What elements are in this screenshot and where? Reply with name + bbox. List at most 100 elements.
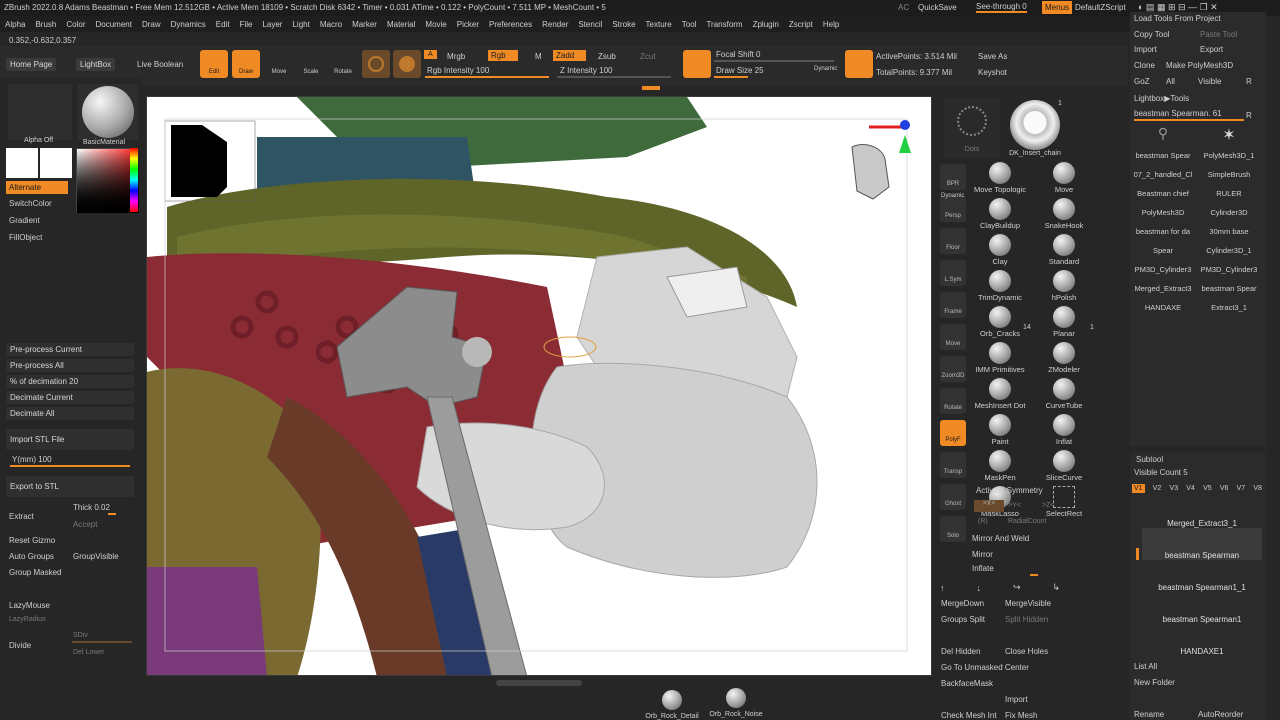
gradient-button[interactable]: Gradient — [9, 216, 40, 225]
menu-item[interactable]: Render — [542, 20, 568, 29]
menu-item[interactable]: Texture — [646, 20, 672, 29]
rgb-intensity-slider[interactable]: Rgb Intensity 100 — [427, 66, 489, 75]
decimate-current-button[interactable]: Decimate Current — [6, 391, 134, 404]
tab-v7[interactable]: V7 — [1237, 485, 1246, 492]
close-holes-button[interactable]: Close Holes — [1005, 647, 1048, 656]
tool-export-button[interactable]: Export — [1200, 45, 1223, 54]
paste-tool-button[interactable]: Paste Tool — [1200, 30, 1237, 39]
menu-item[interactable]: Alpha — [5, 20, 25, 29]
bottom-brush-2[interactable]: Orb_Rock_Noise — [704, 688, 768, 718]
decimation-slider[interactable]: % of decimation 20 — [6, 375, 134, 388]
hue-strip[interactable] — [130, 148, 138, 212]
switch-color-button[interactable]: SwitchColor — [9, 199, 52, 208]
merge-down-button[interactable]: MergeDown — [941, 599, 984, 608]
menu-item[interactable]: Stroke — [612, 20, 635, 29]
menu-item[interactable]: Picker — [457, 20, 479, 29]
tab-v5[interactable]: V5 — [1203, 485, 1212, 492]
brush-item[interactable]: Inflat — [1034, 414, 1094, 446]
reset-gizmo-button[interactable]: Reset Gizmo — [9, 536, 55, 545]
arrow-down-icon[interactable]: ↓ — [976, 583, 981, 593]
groups-split-button[interactable]: Groups Split — [941, 615, 985, 624]
import-button[interactable]: Import — [1005, 695, 1028, 704]
edit-button[interactable]: Edit — [200, 50, 228, 78]
rotate-button[interactable]: Rotate — [330, 50, 356, 78]
brush-item[interactable]: Move — [1034, 162, 1094, 194]
check-mesh-button[interactable]: Check Mesh Int — [941, 711, 997, 720]
del-lower-button[interactable]: Del Lower — [73, 649, 105, 656]
move-view-icon[interactable]: Move — [940, 324, 966, 350]
group-masked-button[interactable]: Group Masked — [9, 568, 61, 577]
menu-item[interactable]: Macro — [320, 20, 342, 29]
subtool-item[interactable]: Merged_Extract3_1 — [1142, 496, 1262, 528]
decimate-all-button[interactable]: Decimate All — [6, 407, 134, 420]
lightbox-button[interactable]: LightBox — [76, 58, 116, 71]
brush-item[interactable]: Orb_Cracks — [970, 306, 1030, 338]
tool-icon-button[interactable] — [845, 50, 873, 78]
arrow-curve-icon[interactable]: ↪ — [1013, 582, 1021, 593]
arrow-return-icon[interactable]: ↳ — [1052, 582, 1060, 593]
brush-item[interactable]: Standard — [1034, 234, 1094, 266]
fix-mesh-button[interactable]: Fix Mesh — [1005, 711, 1037, 720]
insert-chain-slot[interactable]: DK_Insert_chain — [1004, 98, 1066, 158]
tool-item[interactable]: ⚲ beastman Spear — [1132, 125, 1194, 160]
brush-item[interactable]: hPolish — [1034, 270, 1094, 302]
color-picker[interactable] — [76, 148, 139, 213]
radial-r-toggle[interactable]: (R) — [978, 518, 988, 525]
copy-tool-button[interactable]: Copy Tool — [1134, 30, 1169, 39]
tool-item[interactable]: RULER — [1198, 181, 1260, 198]
menu-item[interactable]: Tool — [682, 20, 697, 29]
unmasked-center-button[interactable]: Go To Unmasked Center — [941, 663, 1029, 672]
zcut-toggle[interactable]: Zcut — [640, 52, 656, 61]
tool-item[interactable]: 30mm base — [1198, 219, 1260, 236]
tool-item[interactable]: Spear — [1132, 238, 1194, 255]
activate-symmetry-button[interactable]: Activate Symmetry — [976, 486, 1043, 495]
home-page-button[interactable]: Home Page — [6, 58, 57, 71]
menu-item[interactable]: File — [240, 20, 253, 29]
canvas-viewport[interactable] — [146, 96, 932, 676]
material-slot[interactable] — [78, 84, 138, 140]
mrgb-toggle[interactable]: Mrgb — [447, 52, 465, 61]
ghost-icon[interactable]: Ghost — [940, 484, 966, 510]
texture-swatch-button[interactable] — [393, 50, 421, 78]
secondary-color-swatch[interactable] — [40, 148, 72, 178]
m-toggle[interactable]: M — [535, 52, 542, 61]
group-visible-button[interactable]: GroupVisible — [73, 552, 119, 561]
current-tool-r-button[interactable]: R — [1246, 111, 1252, 120]
brush-item[interactable]: MaskPen — [970, 450, 1030, 482]
brush-item[interactable]: Move Topologic — [970, 162, 1030, 194]
brush-item[interactable]: CurveTube — [1034, 378, 1094, 410]
see-through-slider[interactable]: See-through 0 — [976, 2, 1027, 13]
tool-import-button[interactable]: Import — [1134, 45, 1157, 54]
del-hidden-button[interactable]: Del Hidden — [941, 647, 981, 656]
sdiv-slider[interactable]: SDiv — [73, 632, 88, 639]
menu-item[interactable]: Stencil — [578, 20, 602, 29]
zsub-toggle[interactable]: Zsub — [598, 52, 616, 61]
menus-toggle[interactable]: Menus — [1042, 1, 1073, 14]
z-axis-toggle[interactable]: >Z< — [1042, 502, 1054, 509]
lazymouse-toggle[interactable]: LazyMouse — [9, 601, 50, 610]
brush-item[interactable]: TrimDynamic — [970, 270, 1030, 302]
brush-item[interactable]: ZModeler — [1034, 342, 1094, 374]
inflate-slider[interactable]: Inflate — [972, 564, 994, 573]
subtool-scrollbar[interactable] — [1136, 548, 1139, 560]
goz-button[interactable]: GoZ — [1134, 77, 1150, 86]
subtool-item[interactable]: HANDAXE1 — [1142, 624, 1262, 656]
bottom-brush-1[interactable]: Orb_Rock_Detail — [640, 690, 704, 720]
menu-item[interactable]: Light — [292, 20, 309, 29]
radial-count-slider[interactable]: RadialCount — [1008, 518, 1047, 525]
menu-item[interactable]: Zscript — [789, 20, 813, 29]
menu-item[interactable]: Marker — [352, 20, 377, 29]
tool-item[interactable]: SimpleBrush — [1198, 162, 1260, 179]
menu-item[interactable]: Transform — [706, 20, 742, 29]
brush-item[interactable]: Clay — [970, 234, 1030, 266]
rename-button[interactable]: Rename — [1134, 710, 1164, 719]
tool-item[interactable]: Merged_Extract3 — [1132, 276, 1194, 293]
menu-item[interactable]: Brush — [35, 20, 56, 29]
goz-r-button[interactable]: R — [1246, 77, 1252, 86]
tool-item[interactable]: Extract3_1 — [1198, 295, 1260, 312]
tab-v6[interactable]: V6 — [1220, 485, 1229, 492]
backface-mask-button[interactable]: BackfaceMask — [941, 679, 993, 688]
tool-item[interactable]: Cylinder3D_1 — [1198, 238, 1260, 255]
make-polymesh-button[interactable]: Make PolyMesh3D — [1166, 61, 1233, 70]
menu-item[interactable]: Document — [96, 20, 132, 29]
